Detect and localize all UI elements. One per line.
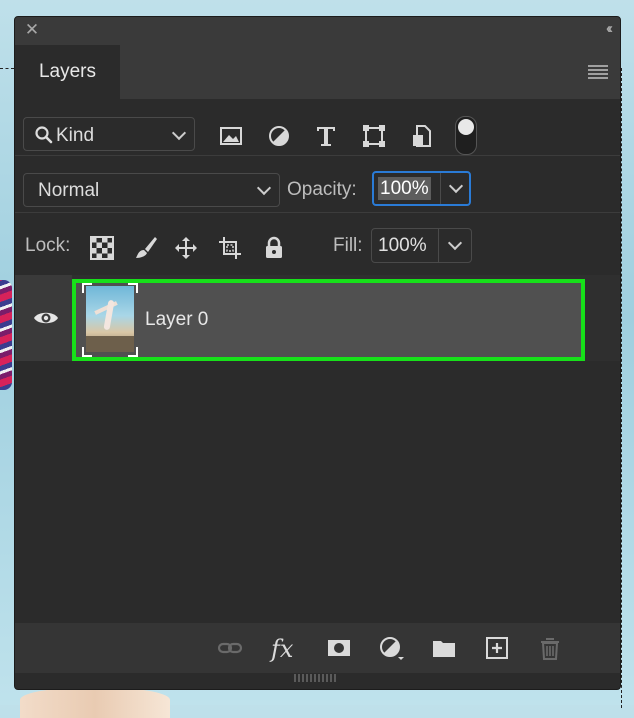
adjustment-layer-icon[interactable] bbox=[378, 635, 406, 661]
layers-panel: ✕ ‹‹ Layers Kind Normal Opacity: 100% Lo… bbox=[14, 16, 621, 690]
panel-bottom-toolbar: fx bbox=[15, 623, 620, 673]
fill-value[interactable]: 100% bbox=[378, 234, 427, 257]
divider bbox=[438, 229, 439, 262]
shape-filter-icon[interactable] bbox=[361, 123, 389, 151]
lock-all-icon[interactable] bbox=[261, 235, 287, 261]
blend-mode-select[interactable]: Normal bbox=[23, 173, 280, 207]
filter-toggle[interactable] bbox=[455, 116, 477, 155]
thumbnail-rocks bbox=[86, 336, 134, 352]
divider bbox=[440, 173, 441, 204]
layer-name[interactable]: Layer 0 bbox=[145, 309, 208, 331]
thumbnail-corner bbox=[128, 283, 138, 293]
image-filter-icon[interactable] bbox=[218, 123, 246, 151]
visibility-column bbox=[15, 275, 72, 361]
selection-marquee-right bbox=[621, 68, 622, 708]
background-image-fabric bbox=[0, 280, 12, 390]
add-mask-icon[interactable] bbox=[326, 635, 354, 661]
collapse-panel-button[interactable]: ‹‹ bbox=[606, 20, 613, 37]
layer-row[interactable]: Layer 0 bbox=[15, 275, 620, 361]
selected-layer-highlight[interactable]: Layer 0 bbox=[72, 279, 585, 361]
lock-row: Lock: Fill: 100% bbox=[15, 212, 620, 274]
lock-transparent-pixels-icon[interactable] bbox=[89, 235, 115, 261]
selection-marquee-top bbox=[0, 68, 14, 69]
prevent-autonest-icon[interactable] bbox=[217, 235, 243, 261]
new-group-icon[interactable] bbox=[431, 635, 459, 661]
close-panel-button[interactable]: ✕ bbox=[23, 21, 41, 39]
panel-resize-grip[interactable] bbox=[294, 674, 336, 682]
smart-object-filter-icon[interactable] bbox=[409, 123, 437, 151]
panel-titlebar: ✕ ‹‹ bbox=[15, 17, 620, 45]
chevron-down-icon bbox=[171, 125, 187, 141]
link-layers-icon[interactable] bbox=[217, 635, 245, 661]
thumbnail-corner bbox=[128, 347, 138, 357]
fill-dropdown-chevron-icon[interactable] bbox=[447, 235, 463, 251]
delete-layer-icon[interactable] bbox=[537, 635, 565, 661]
opacity-dropdown-chevron-icon[interactable] bbox=[448, 178, 464, 194]
lock-label: Lock: bbox=[25, 235, 71, 256]
kind-filter-label: Kind bbox=[56, 125, 95, 146]
panel-tabbar: Layers bbox=[15, 45, 620, 99]
layer-thumbnail[interactable] bbox=[86, 286, 134, 352]
eye-visibility-icon[interactable] bbox=[33, 308, 59, 328]
adjustment-filter-icon[interactable] bbox=[266, 123, 294, 151]
fill-label: Fill: bbox=[333, 235, 363, 256]
thumbnail-corner bbox=[82, 347, 92, 357]
background-image-dress bbox=[20, 688, 170, 718]
fill-field[interactable]: 100% bbox=[371, 228, 472, 263]
opacity-field[interactable]: 100% bbox=[372, 171, 471, 206]
blend-row: Normal Opacity: 100% bbox=[15, 155, 620, 212]
search-icon bbox=[34, 125, 54, 151]
panel-menu-icon[interactable] bbox=[588, 65, 608, 79]
tab-layers[interactable]: Layers bbox=[15, 45, 120, 99]
lock-image-pixels-icon[interactable] bbox=[133, 235, 159, 261]
thumbnail-corner bbox=[82, 283, 92, 293]
filter-row: Kind bbox=[15, 99, 620, 155]
new-layer-icon[interactable] bbox=[484, 635, 512, 661]
lock-position-icon[interactable] bbox=[173, 235, 199, 261]
thumbnail-figure bbox=[103, 299, 115, 331]
opacity-label: Opacity: bbox=[287, 179, 357, 200]
blend-mode-value: Normal bbox=[38, 180, 100, 201]
opacity-value[interactable]: 100% bbox=[378, 177, 431, 200]
kind-filter-select[interactable]: Kind bbox=[23, 117, 195, 151]
layer-style-icon[interactable]: fx bbox=[271, 635, 293, 663]
chevron-down-icon bbox=[256, 180, 272, 196]
toggle-knob bbox=[458, 119, 474, 135]
type-filter-icon[interactable] bbox=[313, 123, 341, 151]
